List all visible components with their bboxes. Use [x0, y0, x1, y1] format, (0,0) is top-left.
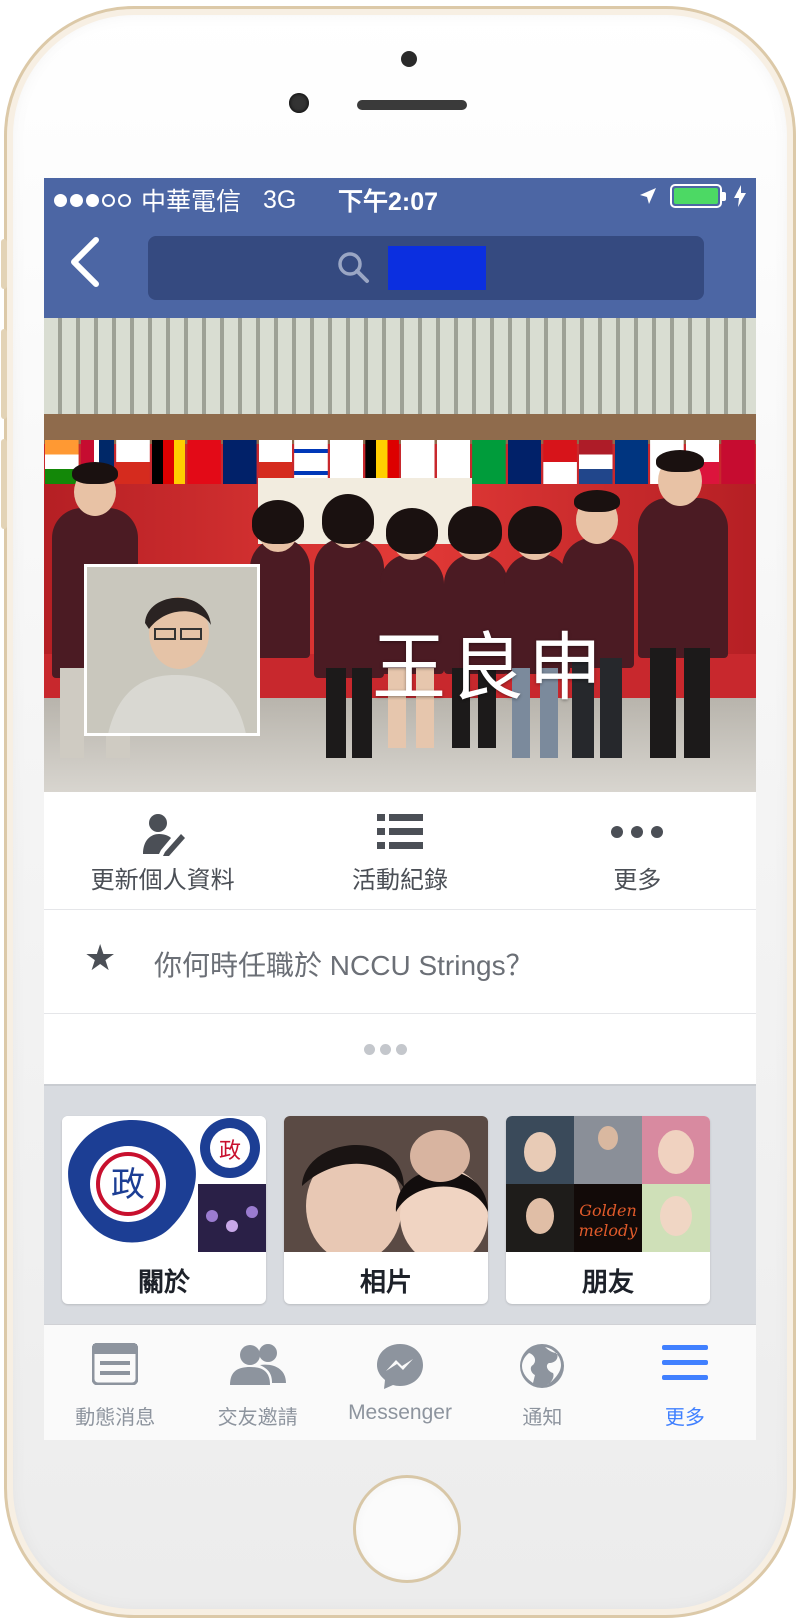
svg-text:政: 政: [219, 1139, 241, 1164]
photos-thumbnail: [284, 1116, 488, 1252]
status-right: [638, 184, 746, 208]
back-button[interactable]: [66, 234, 116, 294]
profile-name: 王良申: [372, 625, 606, 711]
volume-down-button: [1, 439, 7, 529]
photos-tile[interactable]: 相片: [284, 1116, 488, 1304]
tab-notifications[interactable]: 通知: [471, 1325, 613, 1440]
friend-requests-icon: [229, 1344, 286, 1385]
tab-notifications-label: 通知: [522, 1405, 563, 1429]
search-icon: [338, 252, 369, 283]
network-type: 3G: [263, 185, 297, 214]
profile-tiles: 政 政 關於 相片 Golden melody 朋友: [44, 1084, 756, 1324]
tab-messenger-label: Messenger: [348, 1401, 452, 1424]
globe-icon: [520, 1344, 565, 1388]
chevron-left-icon: [71, 237, 99, 287]
front-sensor: [401, 51, 417, 67]
search-query-redaction: [388, 246, 486, 290]
tab-friend-requests-label: 交友邀請: [217, 1405, 298, 1429]
svg-text:melody: melody: [579, 1221, 639, 1240]
app-screen: 中華電信 3G 下午2:07 王良申 更新個人資料 活動紀錄 更多 ★ 你何時任…: [44, 178, 756, 1440]
about-tile[interactable]: 政 政 關於: [62, 1116, 266, 1304]
photos-label: 相片: [359, 1268, 412, 1298]
list-icon: [376, 814, 423, 849]
signal-strength-icon: [54, 193, 131, 207]
work-question-text: 你何時任職於 NCCU Strings？: [154, 950, 534, 981]
edit-profile-icon: [142, 814, 185, 856]
activity-log-label: 活動紀錄: [351, 866, 448, 894]
friends-label: 朋友: [581, 1268, 634, 1298]
photos-thumbnail-image: [284, 1116, 488, 1252]
about-thumbnail: 政 政: [62, 1116, 266, 1252]
tab-friend-requests[interactable]: 交友邀請: [186, 1325, 328, 1440]
location-icon: [640, 188, 656, 204]
tab-news-feed[interactable]: 動態消息: [44, 1325, 186, 1440]
friends-tile[interactable]: Golden melody 朋友: [506, 1116, 710, 1304]
news-feed-icon: [92, 1343, 139, 1385]
mute-switch: [1, 239, 7, 289]
activity-log-button[interactable]: 活動紀錄: [281, 792, 518, 909]
messenger-icon: [377, 1344, 424, 1389]
status-time: 下午2:07: [338, 188, 439, 216]
front-camera: [289, 93, 309, 113]
svg-text:Golden: Golden: [579, 1201, 637, 1220]
update-profile-label: 更新個人資料: [90, 866, 235, 894]
tab-news-feed-label: 動態消息: [75, 1405, 156, 1429]
cover-photo[interactable]: 王良申: [44, 318, 756, 792]
charging-icon: [734, 185, 746, 207]
bottom-tab-bar: 動態消息 交友邀請 Messenger 通知 更多: [44, 1324, 756, 1440]
profile-actions: 更新個人資料 活動紀錄 更多: [44, 792, 756, 910]
about-label: 關於: [137, 1268, 190, 1298]
star-icon: ★: [84, 938, 117, 979]
work-question-prompt[interactable]: ★ 你何時任職於 NCCU Strings？: [44, 910, 756, 1014]
nccu-logo: 政 政: [62, 1116, 266, 1252]
home-button[interactable]: [353, 1475, 461, 1583]
top-bar: 中華電信 3G 下午2:07: [44, 178, 756, 318]
see-more-dots[interactable]: [44, 1014, 756, 1084]
tab-messenger[interactable]: Messenger: [329, 1325, 471, 1440]
svg-text:政: 政: [111, 1165, 145, 1205]
earpiece-speaker: [357, 100, 467, 110]
more-actions-button[interactable]: 更多: [519, 792, 756, 909]
volume-up-button: [1, 329, 7, 419]
tab-more-label: 更多: [664, 1405, 705, 1429]
more-dots-icon: [611, 826, 664, 838]
update-profile-button[interactable]: 更新個人資料: [44, 792, 281, 909]
status-left: 中華電信 3G: [54, 182, 296, 218]
carrier-name: 中華電信: [141, 187, 242, 216]
avatar-portrait: [87, 567, 257, 733]
friends-thumbnail: Golden melody: [506, 1116, 710, 1252]
search-bar[interactable]: [148, 236, 704, 300]
friends-grid-image: Golden melody: [506, 1116, 710, 1252]
more-actions-label: 更多: [613, 866, 662, 894]
status-bar: 中華電信 3G 下午2:07: [44, 178, 756, 218]
battery-icon: [670, 184, 726, 208]
profile-avatar[interactable]: [84, 564, 260, 736]
tab-more[interactable]: 更多: [614, 1325, 756, 1440]
menu-icon: [661, 1345, 708, 1380]
